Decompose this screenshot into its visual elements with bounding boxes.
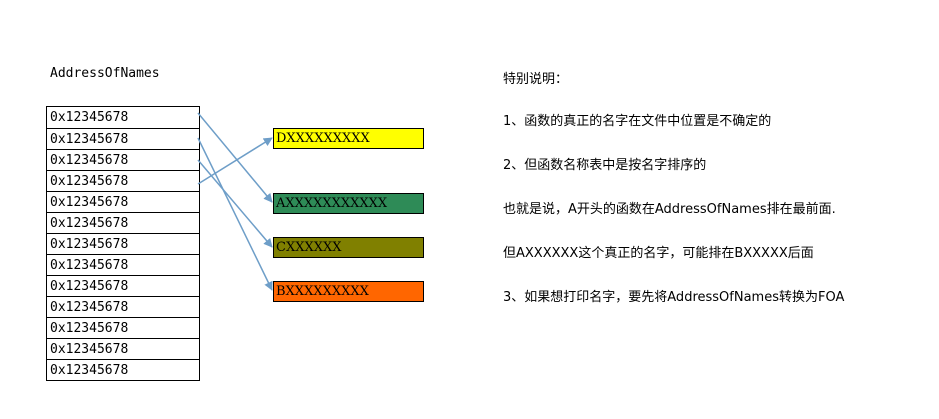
arrow-row1-to-a — [197, 112, 273, 203]
note-item: 也就是说，A开头的函数在AddressOfNames排在最前面. — [503, 202, 836, 217]
note-item: 3、如果想打印名字，要先将AddressOfNames转换为FOA — [503, 290, 845, 305]
note-item: 但AXXXXXX这个真正的名字，可能排在BXXXXX后面 — [503, 246, 814, 261]
notes-heading: 特别说明： — [503, 72, 569, 87]
note-item: 1、函数的真正的名字在文件中位置是不确定的 — [503, 114, 772, 129]
arrow-row3-to-c — [197, 159, 273, 248]
note-item: 2、但函数名称表中是按名字排序的 — [503, 158, 707, 173]
